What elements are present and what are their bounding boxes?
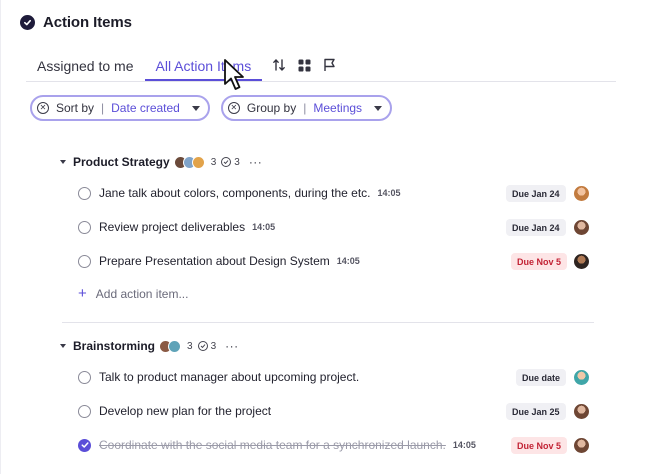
item-text[interactable]: Talk to product manager about upcoming p… xyxy=(99,370,359,384)
clear-icon[interactable]: ✕ xyxy=(37,102,49,114)
item-time: 14:05 xyxy=(452,440,476,450)
add-action-item-label: Add action item... xyxy=(95,287,189,301)
item-count: 3 3 xyxy=(211,157,240,168)
panel-edge xyxy=(0,0,1,474)
item-time: 14:05 xyxy=(336,256,360,266)
assignee-avatar[interactable] xyxy=(574,404,589,419)
item-text[interactable]: Jane talk about colors, components, duri… xyxy=(99,186,371,200)
complete-checkbox[interactable] xyxy=(78,404,91,418)
tab-bar: Assigned to me All Action Items xyxy=(26,52,616,82)
sort-by-value: Date created xyxy=(111,101,180,115)
list-item: Talk to product manager about upcoming p… xyxy=(78,367,592,387)
tab-tools xyxy=(268,52,343,78)
complete-checkbox[interactable] xyxy=(78,370,91,384)
done-count: 3 xyxy=(210,340,217,352)
open-count: 3 xyxy=(210,156,217,168)
sort-by-chip[interactable]: ✕ Sort by | Date created xyxy=(30,95,210,121)
more-options-icon[interactable]: ··· xyxy=(249,156,263,168)
item-count: 3 3 xyxy=(187,341,216,352)
avatar xyxy=(168,339,182,353)
more-options-icon[interactable]: ··· xyxy=(225,340,239,352)
due-date-badge[interactable]: Due Jan 24 xyxy=(506,219,566,236)
item-time: 14:05 xyxy=(252,222,276,232)
item-time: 14:05 xyxy=(377,188,401,198)
complete-checkbox-checked[interactable] xyxy=(78,438,91,452)
check-circle-icon xyxy=(20,15,35,30)
complete-checkbox[interactable] xyxy=(78,220,91,234)
sort-by-label: Sort by xyxy=(56,101,95,115)
due-date-badge[interactable]: Due Nov 5 xyxy=(511,437,568,454)
caret-down-icon xyxy=(374,105,383,111)
assignee-avatar[interactable] xyxy=(574,370,589,385)
chip-separator: | xyxy=(303,101,307,115)
item-text[interactable]: Develop new plan for the project xyxy=(99,404,271,418)
group-divider xyxy=(62,322,594,323)
flag-icon[interactable] xyxy=(318,55,340,75)
check-circle-small-icon xyxy=(221,157,232,167)
caret-down-icon xyxy=(191,105,200,111)
participants-avatars[interactable] xyxy=(173,155,205,169)
due-date-badge[interactable]: Due date xyxy=(516,369,567,386)
due-date-badge[interactable]: Due Nov 5 xyxy=(511,253,568,270)
collapse-caret-icon[interactable] xyxy=(60,344,66,348)
group-by-label: Group by xyxy=(246,101,297,115)
complete-checkbox[interactable] xyxy=(78,254,91,268)
group-by-chip[interactable]: ✕ Group by | Meetings xyxy=(220,95,393,121)
complete-checkbox[interactable] xyxy=(78,186,91,200)
clear-icon[interactable]: ✕ xyxy=(227,102,240,114)
tab-assigned-to-me[interactable]: Assigned to me xyxy=(26,52,145,81)
page-header: Action Items xyxy=(20,14,132,31)
grid-icon[interactable] xyxy=(293,55,315,75)
item-text[interactable]: Review project deliverables xyxy=(99,220,245,234)
add-action-item-button[interactable]: + Add action item... xyxy=(78,285,189,302)
group-title[interactable]: Brainstorming xyxy=(73,339,155,353)
item-text[interactable]: Coordinate with the social media team fo… xyxy=(99,438,446,452)
avatar xyxy=(191,155,205,169)
open-count: 3 xyxy=(187,340,193,352)
page-title: Action Items xyxy=(43,14,132,31)
done-count: 3 xyxy=(234,156,240,168)
participants-avatars[interactable] xyxy=(159,339,182,353)
group-header-product-strategy: Product Strategy 3 3 ··· xyxy=(60,153,262,171)
assignee-avatar[interactable] xyxy=(574,254,589,269)
due-date-badge[interactable]: Due Jan 25 xyxy=(506,403,566,420)
tab-all-action-items[interactable]: All Action Items xyxy=(144,52,263,81)
chip-separator: | xyxy=(101,101,105,115)
plus-icon: + xyxy=(78,285,87,302)
assignee-avatar[interactable] xyxy=(574,220,589,235)
sort-arrows-icon[interactable] xyxy=(268,55,290,75)
check-circle-small-icon xyxy=(197,341,208,351)
assignee-avatar[interactable] xyxy=(574,438,589,453)
filter-bar: ✕ Sort by | Date created ✕ Group by | Me… xyxy=(30,95,403,121)
group-title[interactable]: Product Strategy xyxy=(73,155,170,169)
item-text[interactable]: Prepare Presentation about Design System xyxy=(99,254,330,268)
collapse-caret-icon[interactable] xyxy=(60,160,66,164)
assignee-avatar[interactable] xyxy=(574,186,589,201)
group-by-value: Meetings xyxy=(313,101,363,115)
group-header-brainstorming: Brainstorming 3 3 ··· xyxy=(60,337,239,355)
due-date-badge[interactable]: Due Jan 24 xyxy=(506,185,566,202)
